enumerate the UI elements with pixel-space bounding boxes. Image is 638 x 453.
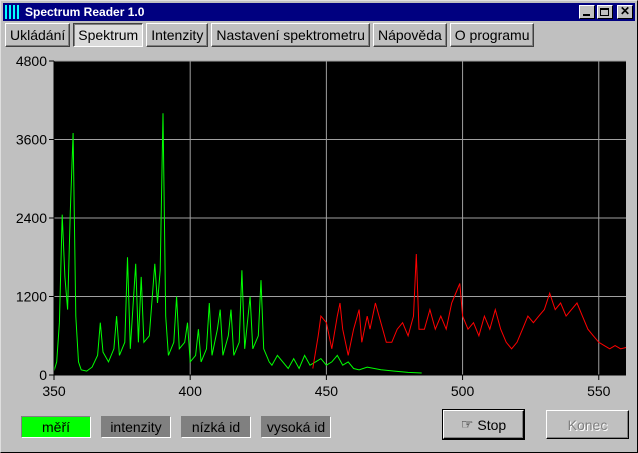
y-tick-label: 3600 [16, 132, 47, 148]
status-intensities: intenzity [101, 416, 171, 438]
minimize-icon [583, 14, 590, 16]
stop-button[interactable]: ☞ Stop [442, 409, 525, 440]
x-tick-label: 450 [315, 383, 339, 399]
spectrum-app-icon [5, 5, 21, 19]
status-low-id: nízká id [181, 416, 251, 438]
pointing-hand-icon: ☞ [460, 416, 474, 432]
end-button[interactable]: Konec [546, 410, 629, 439]
y-tick-label: 4800 [16, 53, 47, 69]
window-title: Spectrum Reader 1.0 [25, 5, 145, 19]
main-window: Spectrum Reader 1.0 ✕ Ukládání Spektrum … [0, 0, 638, 453]
tab-bar: Ukládání Spektrum Intenzity Nastavení sp… [5, 23, 535, 49]
maximize-icon [600, 8, 609, 16]
tab-ukladani[interactable]: Ukládání [5, 23, 71, 47]
x-tick-label: 550 [587, 383, 611, 399]
stop-button-label: Stop [477, 416, 507, 433]
tab-napoveda[interactable]: Nápověda [372, 23, 447, 47]
tab-spektrum[interactable]: Spektrum [73, 23, 144, 47]
x-tick-label: 500 [451, 383, 475, 399]
x-tick-label: 400 [179, 383, 203, 399]
status-measuring: měří [21, 416, 91, 438]
tab-nastaveni-spektrometru[interactable]: Nastavení spektrometru [211, 23, 370, 47]
maximize-button[interactable] [597, 5, 613, 19]
y-tick-label: 1200 [16, 289, 47, 305]
minimize-button[interactable] [579, 5, 595, 19]
close-icon: ✕ [619, 4, 631, 18]
status-high-id: vysoká id [261, 416, 331, 438]
y-tick-label: 0 [39, 367, 47, 383]
close-button[interactable]: ✕ [617, 4, 633, 19]
end-button-label: Konec [567, 416, 608, 433]
y-tick-label: 2400 [16, 210, 47, 226]
tab-intenzity[interactable]: Intenzity [146, 23, 209, 47]
spectrum-chart-svg: 350 400 450 500 550 0 1200 2400 3600 4800 [16, 53, 627, 399]
title-bar[interactable]: Spectrum Reader 1.0 ✕ [3, 3, 635, 21]
tab-o-programu[interactable]: O programu [449, 23, 535, 47]
x-tick-label: 350 [42, 383, 66, 399]
spectrum-chart: 350 400 450 500 550 0 1200 2400 3600 4800 [1, 53, 638, 409]
